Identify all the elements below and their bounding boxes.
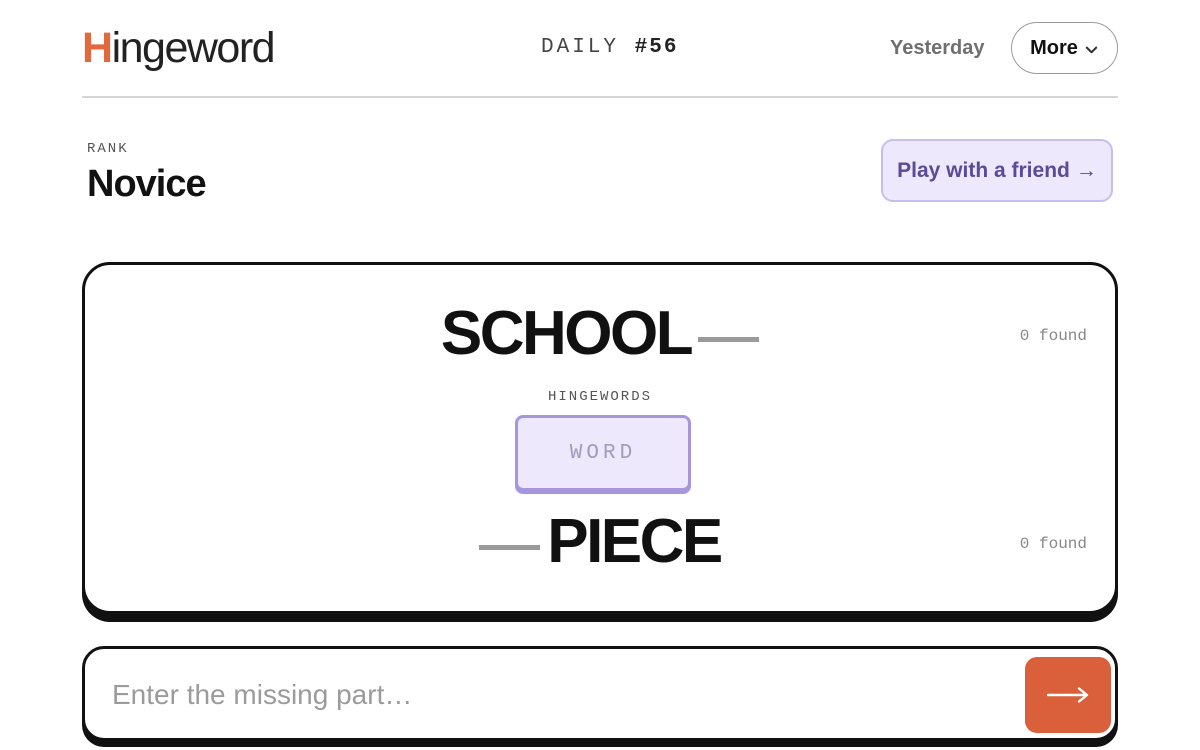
daily-puzzle-label: DAILY #56 — [541, 36, 678, 60]
hingeword-slot: WORD — [515, 415, 691, 491]
logo[interactable]: Hingeword — [82, 22, 276, 74]
bottom-word-row: PIECE — [85, 507, 1115, 577]
header-divider — [82, 96, 1118, 98]
logo-initial: H — [82, 24, 113, 72]
hingewords-label: HINGEWORDS — [547, 389, 652, 405]
arrow-right-icon — [1047, 687, 1089, 703]
top-blank-dash — [698, 336, 760, 342]
answer-bar — [82, 646, 1118, 741]
bottom-blank-dash — [479, 544, 541, 550]
arrow-right-icon: → — [1075, 158, 1097, 182]
more-button[interactable]: More — [1011, 22, 1118, 74]
daily-label: DAILY — [541, 36, 620, 59]
bottom-word: PIECE — [547, 507, 723, 576]
play-with-friend-label: Play with a friend — [897, 158, 1070, 182]
top-found-count: 0 found — [1019, 327, 1087, 345]
page: Hingeword DAILY #56 Yesterday More RANK … — [0, 0, 1200, 750]
submit-button[interactable] — [1025, 657, 1111, 733]
bottom-found-count: 0 found — [1019, 535, 1087, 553]
yesterday-link[interactable]: Yesterday — [890, 36, 985, 60]
top-word: SCHOOL — [440, 299, 694, 368]
play-with-friend-button[interactable]: Play with a friend → — [881, 139, 1113, 202]
rank-value: Novice — [87, 163, 207, 205]
chevron-down-icon — [1085, 46, 1098, 54]
puzzle-card: SCHOOL 0 found HINGEWORDS WORD PIECE 0 f… — [82, 262, 1118, 614]
top-word-row: SCHOOL — [85, 299, 1115, 369]
more-button-label: More — [1030, 36, 1078, 59]
rank-label: RANK — [87, 141, 129, 157]
answer-input[interactable] — [112, 667, 1012, 723]
logo-text: ingeword — [111, 24, 276, 72]
daily-number: #56 — [634, 36, 679, 59]
